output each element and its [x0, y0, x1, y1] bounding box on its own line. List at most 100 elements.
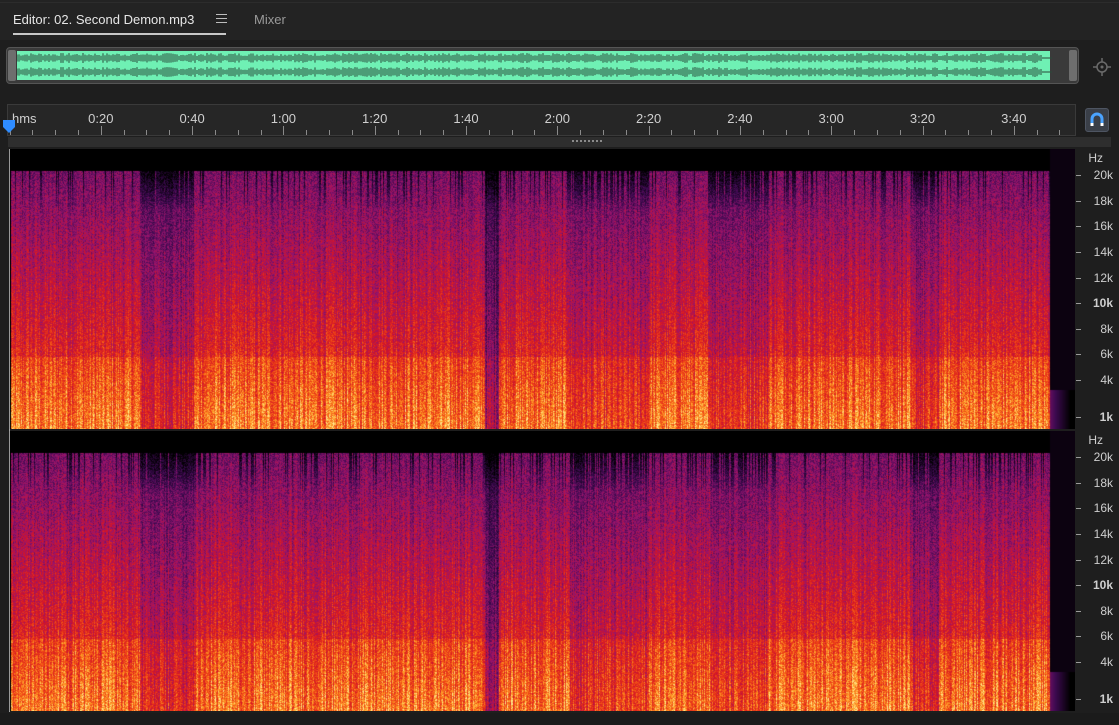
ruler-tick — [397, 130, 399, 135]
ruler-tick — [762, 130, 764, 135]
channel-splitter[interactable] — [8, 137, 1111, 147]
ruler-time-label: 3:20 — [909, 111, 936, 126]
frequency-tick — [1076, 699, 1081, 700]
ruler-tick — [443, 130, 445, 135]
frequency-tick — [1076, 226, 1081, 227]
frequency-label: 20k — [1093, 168, 1113, 182]
ruler-tick — [283, 126, 285, 135]
ruler-tick — [260, 130, 262, 135]
frequency-label: 14k — [1093, 527, 1113, 541]
frequency-tick — [1076, 508, 1081, 509]
hamburger-icon[interactable] — [216, 14, 227, 24]
frequency-label: 14k — [1093, 245, 1113, 259]
ruler-tick — [831, 126, 833, 135]
frequency-label: 1k — [1099, 410, 1113, 424]
overview-navigator[interactable] — [6, 47, 1079, 84]
frequency-label: 6k — [1100, 347, 1113, 361]
ruler-tick — [534, 130, 536, 135]
ruler-tick — [968, 130, 970, 135]
frequency-tick — [1076, 201, 1081, 202]
frequency-label: 4k — [1100, 655, 1113, 669]
ruler-tick — [717, 130, 719, 135]
ruler-tick — [990, 130, 992, 135]
top-divider — [0, 2, 1119, 3]
frequency-tick — [1076, 585, 1081, 586]
tab-editor[interactable]: Editor: 02. Second Demon.mp3 — [13, 12, 226, 35]
ruler-tick — [351, 130, 353, 135]
ruler-tick — [214, 130, 216, 135]
spectral-display-channel-1[interactable] — [9, 149, 1075, 429]
frequency-tick — [1076, 303, 1081, 304]
overview-right-handle[interactable] — [1069, 50, 1077, 81]
ruler-tick — [306, 130, 308, 135]
ruler-tick — [602, 130, 604, 135]
crosshair-icon[interactable] — [1093, 58, 1111, 76]
panel-tab-bar: Editor: 02. Second Demon.mp3 Mixer — [0, 0, 1119, 40]
ruler-time-label: 2:20 — [635, 111, 662, 126]
ruler-tick — [557, 126, 559, 135]
frequency-label: 18k — [1093, 476, 1113, 490]
tab-mixer[interactable]: Mixer — [254, 12, 286, 27]
ruler-tick — [1013, 126, 1015, 135]
tab-editor-label: Editor: 02. Second Demon.mp3 — [13, 12, 195, 27]
ruler-tick — [785, 130, 787, 135]
frequency-label: 8k — [1100, 322, 1113, 336]
ruler-tick — [55, 130, 57, 135]
ruler-tick — [32, 130, 34, 135]
ruler-tick — [1036, 130, 1038, 135]
ruler-tick — [374, 126, 376, 135]
spectral-display-channel-2[interactable] — [9, 431, 1075, 711]
frequency-label: 20k — [1093, 450, 1113, 464]
frequency-unit-label: Hz — [1088, 151, 1103, 165]
ruler-tick — [488, 130, 490, 135]
ruler-tick — [169, 130, 171, 135]
ruler-tick — [671, 130, 673, 135]
frequency-tick — [1076, 457, 1081, 458]
playhead-marker-icon[interactable] — [2, 120, 16, 134]
frequency-label: 1k — [1099, 692, 1113, 706]
ruler-tick — [876, 130, 878, 135]
ruler-tick — [1059, 130, 1061, 135]
snap-toggle-button[interactable] — [1085, 108, 1109, 132]
ruler-tick — [694, 130, 696, 135]
time-ruler[interactable]: hms 0:20 0:40 1:00 1:20 1:40 2:00 2:20 2:40 3:00… — [7, 104, 1076, 136]
ruler-tick — [854, 130, 856, 135]
frequency-label: 12k — [1093, 553, 1113, 567]
ruler-tick — [123, 130, 125, 135]
frequency-axis-channel-2: Hz 20k 18k 16k 14k 12k 10k 8k 6k 4k 1k — [1076, 431, 1119, 711]
overview-left-handle[interactable] — [8, 50, 16, 81]
magnet-icon — [1090, 112, 1104, 126]
frequency-tick — [1076, 534, 1081, 535]
ruler-tick — [808, 130, 810, 135]
active-tab-underline — [13, 33, 226, 35]
resize-grip-icon[interactable] — [572, 140, 602, 144]
ruler-tick — [580, 130, 582, 135]
frequency-label: 10k — [1092, 578, 1113, 592]
frequency-tick — [1076, 417, 1081, 418]
ruler-time-label: 3:00 — [818, 111, 844, 126]
ruler-time-label: 3:40 — [1001, 111, 1027, 126]
ruler-time-label: 0:20 — [88, 111, 114, 126]
ruler-tick — [739, 126, 741, 135]
ruler-time-label: 1:20 — [362, 111, 388, 126]
frequency-label: 8k — [1100, 604, 1113, 618]
ruler-tick — [237, 130, 239, 135]
ruler-tick — [100, 126, 102, 135]
frequency-tick — [1076, 354, 1081, 355]
frequency-tick — [1076, 380, 1081, 381]
frequency-tick — [1076, 662, 1081, 663]
ruler-tick — [945, 130, 947, 135]
ruler-time-label: 1:40 — [453, 111, 479, 126]
frequency-label: 6k — [1100, 629, 1113, 643]
frequency-label: 12k — [1093, 271, 1113, 285]
ruler-tick — [648, 126, 650, 135]
frequency-unit-label: Hz — [1088, 433, 1103, 447]
ruler-tick — [625, 130, 627, 135]
frequency-label: 10k — [1092, 296, 1113, 310]
ruler-tick — [511, 130, 513, 135]
ruler-tick — [899, 130, 901, 135]
ruler-tick — [192, 126, 194, 135]
ruler-time-label: 2:00 — [544, 111, 570, 126]
ruler-tick — [922, 126, 924, 135]
frequency-label: 16k — [1093, 501, 1113, 515]
